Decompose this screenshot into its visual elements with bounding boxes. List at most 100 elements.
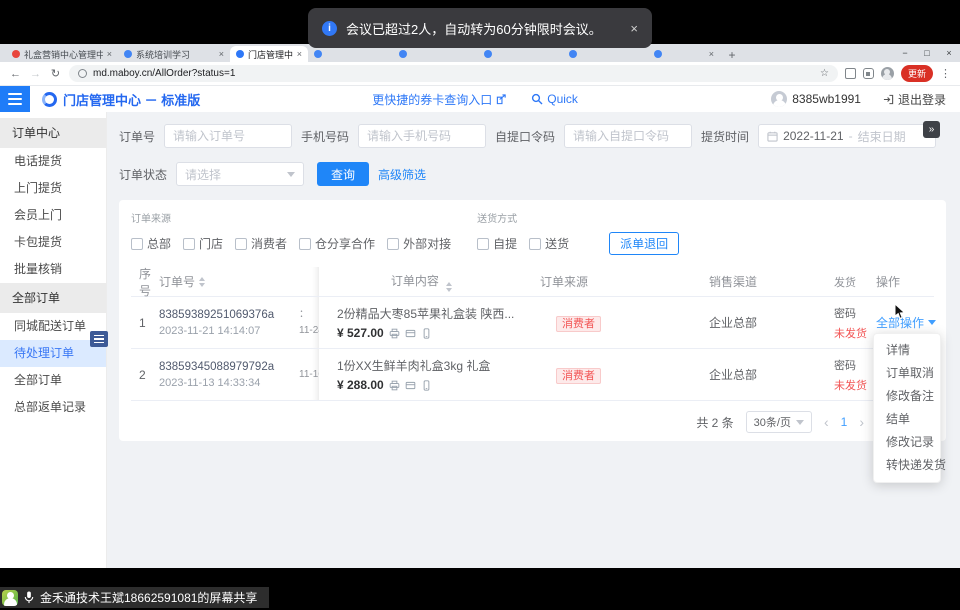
col-header-source: 订单来源 xyxy=(524,273,689,290)
filter-row-2: 订单状态 请选择 查询 高级筛选 xyxy=(119,162,946,186)
browser-tab-training[interactable]: 系统培训学习 × xyxy=(118,46,230,62)
toast-message: 会议已超过2人，自动转为60分钟限时会议。 xyxy=(346,19,621,38)
menu-item-express-ship[interactable]: 转快递发货 xyxy=(874,454,940,477)
sidebar-item-all-orders[interactable]: 全部订单 xyxy=(0,367,106,394)
sidebar-item-hq-return-records[interactable]: 总部返单记录 xyxy=(0,394,106,421)
quick-search-link[interactable]: Quick xyxy=(531,92,578,106)
sidebar-item-door-pickup[interactable]: 上门提货 xyxy=(0,175,106,202)
new-tab-button[interactable]: + xyxy=(724,48,740,62)
prev-page-button[interactable]: ‹ xyxy=(824,414,829,430)
date-start-value: 2022-11-21 xyxy=(783,129,844,143)
print-icon[interactable] xyxy=(389,380,400,391)
search-icon xyxy=(531,93,543,105)
checkbox-source-external[interactable]: 外部对接 xyxy=(387,235,451,252)
sidebar-item-phone-pickup[interactable]: 电话提货 xyxy=(0,148,106,175)
search-button[interactable]: 查询 xyxy=(317,162,369,186)
advanced-filter-link[interactable]: 高级筛选 xyxy=(378,166,426,183)
browser-tab-store-center-active[interactable]: 门店管理中心 × xyxy=(230,46,308,62)
url-text: md.maboy.cn/AllOrder?status=1 xyxy=(93,68,814,79)
browser-menu-icon[interactable]: ⋮ xyxy=(940,67,951,80)
card-icon[interactable] xyxy=(405,328,416,339)
phone-input[interactable] xyxy=(358,124,486,148)
phone-icon[interactable] xyxy=(421,380,432,391)
tab-close-icon[interactable]: × xyxy=(297,49,302,59)
checkbox-icon xyxy=(183,238,195,250)
menu-item-detail[interactable]: 详情 xyxy=(874,339,940,362)
user-account[interactable]: 8385wb1991 xyxy=(771,91,861,107)
browser-tab-gift-marketing[interactable]: 礼盒营销中心管理中心 × xyxy=(6,46,118,62)
browser-tab-hidden[interactable] xyxy=(308,46,393,62)
next-page-button[interactable]: › xyxy=(859,414,864,430)
sidebar-item-member-visit[interactable]: 会员上门 xyxy=(0,202,106,229)
table-row-1[interactable]: 1 83859389251069376a 2023-11-21 14:14:07… xyxy=(131,297,934,349)
window-maximize-button[interactable]: □ xyxy=(916,48,938,58)
date-end-placeholder: 结束日期 xyxy=(858,128,906,145)
menu-item-cancel-order[interactable]: 订单取消 xyxy=(874,362,940,385)
window-controls: − □ × xyxy=(894,44,960,62)
menu-item-edit-note[interactable]: 修改备注 xyxy=(874,385,940,408)
browser-update-button[interactable]: 更新 xyxy=(901,65,933,82)
order-no-input[interactable] xyxy=(164,124,292,148)
checkbox-source-consumer[interactable]: 消费者 xyxy=(235,235,287,252)
pickup-code-label: 自提口令码 xyxy=(495,128,555,145)
tab-close-icon[interactable]: × xyxy=(107,49,112,59)
sidebar-collapse-handle[interactable] xyxy=(90,331,108,347)
order-number-cell: 83859345088979792a 2023-11-13 14:33:34 xyxy=(159,361,299,389)
bookmark-star-icon[interactable]: ☆ xyxy=(820,68,829,79)
browser-tab-hidden[interactable] xyxy=(563,46,648,62)
phone-icon[interactable] xyxy=(421,328,432,339)
tab-favicon xyxy=(484,50,492,58)
window-close-button[interactable]: × xyxy=(938,48,960,58)
browser-profile-avatar[interactable] xyxy=(881,67,894,80)
table-row-2[interactable]: 2 83859345088979792a 2023-11-13 14:33:34… xyxy=(131,349,934,401)
extensions-icon[interactable] xyxy=(863,68,874,79)
browser-tab-hidden[interactable] xyxy=(478,46,563,62)
checkbox-delivery-deliver[interactable]: 送货 xyxy=(529,235,569,252)
checkbox-source-hq[interactable]: 总部 xyxy=(131,235,171,252)
order-status-label: 订单状态 xyxy=(119,166,167,183)
sort-icon[interactable] xyxy=(446,282,452,292)
collapse-panel-button[interactable]: » xyxy=(923,121,940,138)
order-number-cell: 83859389251069376a 2023-11-21 14:14:07 xyxy=(159,309,299,337)
browser-tab-partial[interactable]: × xyxy=(648,46,720,62)
pickup-code-input[interactable] xyxy=(564,124,692,148)
sidebar-section-all-orders[interactable]: 全部订单 xyxy=(0,283,106,313)
dispatch-return-button[interactable]: 派单退回 xyxy=(609,232,679,255)
main-content: 订单号 手机号码 自提口令码 提货时间 2022-11-21 - 结束日期 xyxy=(107,112,960,568)
print-icon[interactable] xyxy=(389,328,400,339)
order-status-select[interactable]: 请选择 xyxy=(176,162,304,186)
url-bar[interactable]: md.maboy.cn/AllOrder?status=1 ☆ xyxy=(69,65,838,82)
sidebar-item-batch-verification[interactable]: 批量核销 xyxy=(0,256,106,283)
menu-item-edit-history[interactable]: 修改记录 xyxy=(874,431,940,454)
checkbox-source-store[interactable]: 门店 xyxy=(183,235,223,252)
sort-icon[interactable] xyxy=(199,277,205,287)
page-number-1[interactable]: 1 xyxy=(841,415,848,429)
all-actions-dropdown-trigger[interactable]: 全部操作 xyxy=(868,314,936,331)
side-panel-icon[interactable] xyxy=(845,68,856,79)
site-info-icon[interactable] xyxy=(78,69,87,78)
back-button[interactable]: ← xyxy=(9,68,22,80)
sidebar-item-card-package-pickup[interactable]: 卡包提货 xyxy=(0,229,106,256)
tab-close-icon[interactable]: × xyxy=(709,49,714,59)
menu-toggle-button[interactable] xyxy=(0,86,30,112)
forward-button[interactable]: → xyxy=(29,68,42,80)
card-icon[interactable] xyxy=(405,380,416,391)
tab-favicon xyxy=(654,50,662,58)
pickup-date-range-picker[interactable]: 2022-11-21 - 结束日期 xyxy=(758,124,936,148)
username: 8385wb1991 xyxy=(792,92,861,106)
window-minimize-button[interactable]: − xyxy=(894,48,916,58)
tab-favicon xyxy=(314,50,322,58)
sales-channel-cell: 企业总部 xyxy=(689,314,834,331)
sidebar-section-order-center[interactable]: 订单中心 xyxy=(0,118,106,148)
coupon-query-link[interactable]: 更快捷的券卡查询入口 xyxy=(372,91,507,108)
checkbox-delivery-self-pickup[interactable]: 自提 xyxy=(477,235,517,252)
tab-close-icon[interactable]: × xyxy=(219,49,224,59)
checkbox-source-warehouse-share[interactable]: 仓分享合作 xyxy=(299,235,375,252)
toast-close-icon[interactable]: × xyxy=(630,21,638,36)
logout-button[interactable]: 退出登录 xyxy=(883,91,946,108)
page-size-select[interactable]: 30条/页 xyxy=(746,411,812,433)
browser-tab-hidden[interactable] xyxy=(393,46,478,62)
menu-item-settle[interactable]: 结单 xyxy=(874,408,940,431)
chevron-down-icon xyxy=(928,320,936,329)
reload-button[interactable]: ↻ xyxy=(49,67,62,80)
